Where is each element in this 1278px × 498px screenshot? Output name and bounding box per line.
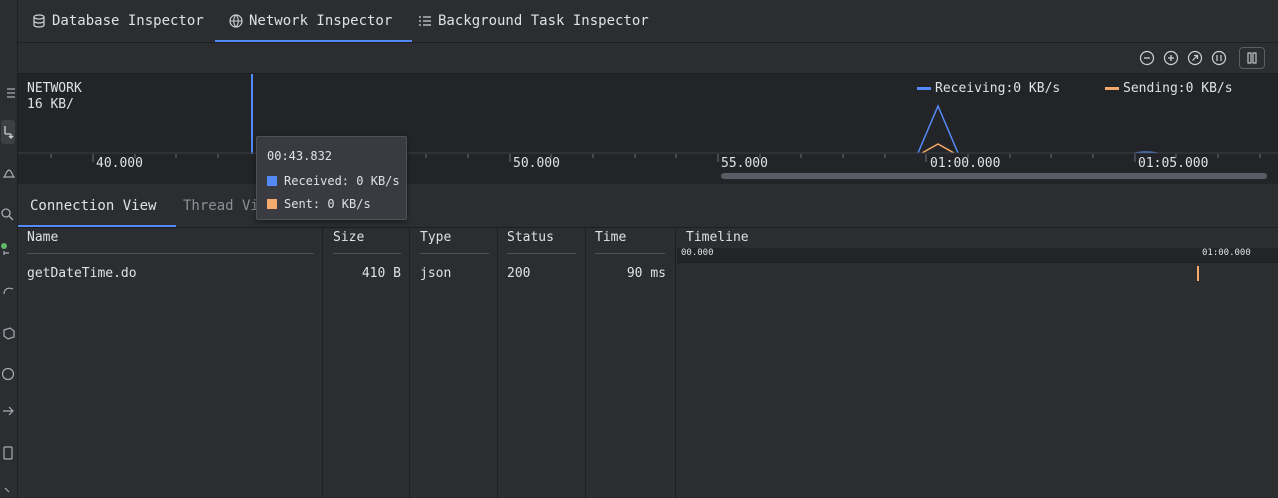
tab-database-inspector[interactable]: Database Inspector [32, 0, 204, 42]
column-divider[interactable] [675, 228, 676, 498]
connections-table: Name Size Type Status Time Timeline 00.0… [18, 228, 1278, 498]
horizontal-scrollbar[interactable] [721, 173, 1267, 179]
zoom-in-icon[interactable] [1163, 50, 1179, 66]
header-underline [595, 253, 665, 254]
column-header-time[interactable]: Time [595, 230, 626, 245]
tab-label: Connection View [30, 198, 157, 214]
cell-name: getDateTime.do [27, 266, 137, 281]
column-divider[interactable] [497, 228, 498, 498]
zoom-to-selection-icon[interactable] [1211, 50, 1227, 66]
package-icon[interactable] [1, 326, 15, 340]
tooltip-received: Received: 0 KB/s [267, 174, 400, 188]
globe-icon [229, 14, 243, 28]
chart-tooltip: 00:43.832 Received: 0 KB/s Sent: 0 KB/s [256, 136, 407, 220]
cell-type: json [420, 266, 452, 281]
tooltip-sent-value: 0 KB/s [327, 197, 371, 211]
timeline-tick-label: 01:00.000 [1202, 248, 1251, 258]
column-divider[interactable] [322, 228, 323, 498]
list-icon [419, 16, 431, 26]
header-underline [333, 253, 401, 254]
header-underline [507, 253, 576, 254]
tab-connection-view[interactable]: Connection View [17, 185, 177, 227]
tab-network-inspector[interactable]: Network Inspector [215, 0, 413, 42]
column-header-timeline[interactable]: Timeline [686, 230, 749, 245]
pause-button[interactable] [1239, 47, 1265, 69]
device-icon[interactable] [1, 446, 15, 460]
header-underline [420, 253, 489, 254]
device-status-icon[interactable] [1, 242, 15, 256]
cell-status: 200 [507, 266, 531, 281]
tooltip-time: 00:43.832 [267, 149, 333, 163]
chart-plot [18, 74, 1278, 162]
reset-zoom-icon[interactable] [1187, 50, 1203, 66]
column-header-size[interactable]: Size [333, 230, 364, 245]
axis-tick-label: 50.000 [513, 156, 560, 171]
received-swatch [267, 176, 277, 186]
column-divider[interactable] [409, 228, 410, 498]
more-icon[interactable] [1, 484, 15, 498]
cell-time: 90 ms [626, 266, 666, 281]
tooltip-received-label: Received: [284, 174, 350, 188]
column-divider[interactable] [585, 228, 586, 498]
tooltip-received-value: 0 KB/s [356, 174, 400, 188]
timeline-request-bar [1197, 266, 1199, 281]
tab-label: Thread Vi [183, 198, 259, 214]
column-header-name[interactable]: Name [27, 230, 58, 245]
tab-background-task-inspector[interactable]: Background Task Inspector [418, 0, 649, 42]
tab-label: Database Inspector [52, 13, 204, 29]
tooltip-sent: Sent: 0 KB/s [267, 197, 371, 211]
cell-size: 410 B [361, 266, 401, 281]
axis-tick-label: 01:05.000 [1138, 156, 1209, 171]
bell-icon[interactable] [1, 166, 15, 180]
left-tool-strip [0, 0, 18, 498]
timeline-tick-label: 00.000 [681, 248, 714, 258]
view-tabs: Connection View Thread Vi [17, 185, 1278, 228]
tab-label: Network Inspector [249, 13, 393, 29]
header-underline [27, 253, 314, 254]
curve-arrow-icon[interactable] [1, 284, 15, 298]
clock-icon[interactable] [1, 367, 15, 381]
inspector-tabs: Database Inspector Network Inspector Bac… [18, 0, 1278, 43]
pause-icon [1247, 52, 1257, 64]
tab-thread-view[interactable]: Thread Vi [183, 185, 259, 227]
column-header-type[interactable]: Type [420, 230, 451, 245]
sending-series-line [921, 143, 955, 154]
network-chart[interactable]: NETWORK 16 KB/ Receiving:0 KB/s Sending:… [18, 74, 1278, 184]
database-icon [33, 14, 45, 28]
search-icon[interactable] [1, 208, 15, 222]
tooltip-sent-label: Sent: [284, 197, 321, 211]
app-inspection-icon[interactable] [1, 120, 15, 144]
tab-label: Background Task Inspector [438, 13, 649, 29]
arrow-right-icon[interactable] [1, 404, 15, 418]
zoom-out-icon[interactable] [1139, 50, 1155, 66]
axis-tick-label: 01:00.000 [930, 156, 1001, 171]
timeline-ruler: 00.000 01:00.000 [677, 248, 1278, 263]
column-header-status[interactable]: Status [507, 230, 554, 245]
axis-tick-label: 55.000 [721, 156, 768, 171]
axis-tick-label: 40.000 [96, 156, 143, 171]
receiving-series-line [917, 104, 959, 154]
sent-swatch [267, 199, 277, 209]
axis-minor-ticks [50, 154, 1261, 162]
profiler-toolbar [18, 43, 1278, 74]
menu-icon[interactable] [1, 86, 15, 100]
